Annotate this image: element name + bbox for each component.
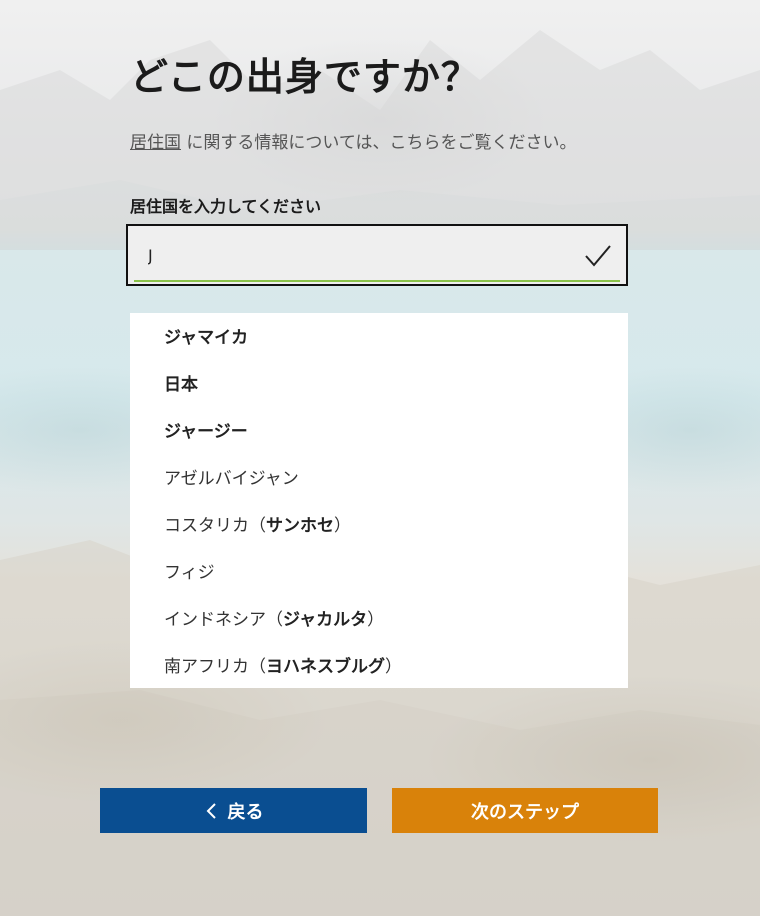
suggestion-item[interactable]: コスタリカ（サンホセ）: [164, 511, 351, 536]
suggestion-item[interactable]: 日本: [164, 370, 198, 395]
info-text-body: に関する情報については、こちらをご覧ください。: [181, 133, 577, 153]
suggestion-item[interactable]: ジャマイカ: [164, 323, 248, 348]
residence-info-link[interactable]: 居住国: [130, 133, 181, 153]
info-text: 居住国 に関する情報については、こちらをご覧ください。: [130, 128, 577, 153]
suggestion-item[interactable]: インドネシア（ジャカルタ）: [164, 605, 384, 630]
country-input[interactable]: [128, 226, 588, 284]
suggestion-item[interactable]: アゼルバイジャン: [164, 464, 299, 489]
suggestion-item[interactable]: フィジ: [164, 558, 215, 583]
country-input-box: [126, 224, 628, 286]
suggestion-item[interactable]: ジャージー: [164, 417, 248, 442]
page-content: どこの出身ですか？ 居住国 に関する情報については、こちらをご覧ください。 居住…: [0, 0, 760, 916]
suggestion-item[interactable]: 南アフリカ（ヨハネスブルグ）: [164, 652, 402, 677]
back-button[interactable]: 戻る: [100, 788, 367, 833]
back-button-label: 戻る: [227, 801, 264, 823]
chevron-left-icon: [206, 802, 216, 819]
checkmark-icon: [585, 245, 611, 267]
next-step-button[interactable]: 次のステップ: [392, 788, 658, 833]
next-step-button-label: 次のステップ: [471, 801, 579, 823]
page-title: どこの出身ですか？: [130, 55, 480, 99]
country-suggestion-list: ジャマイカ 日本 ジャージー アゼルバイジャン コスタリカ（サンホセ） フィジ …: [130, 313, 628, 688]
country-field-label: 居住国を入力してください: [130, 197, 322, 216]
